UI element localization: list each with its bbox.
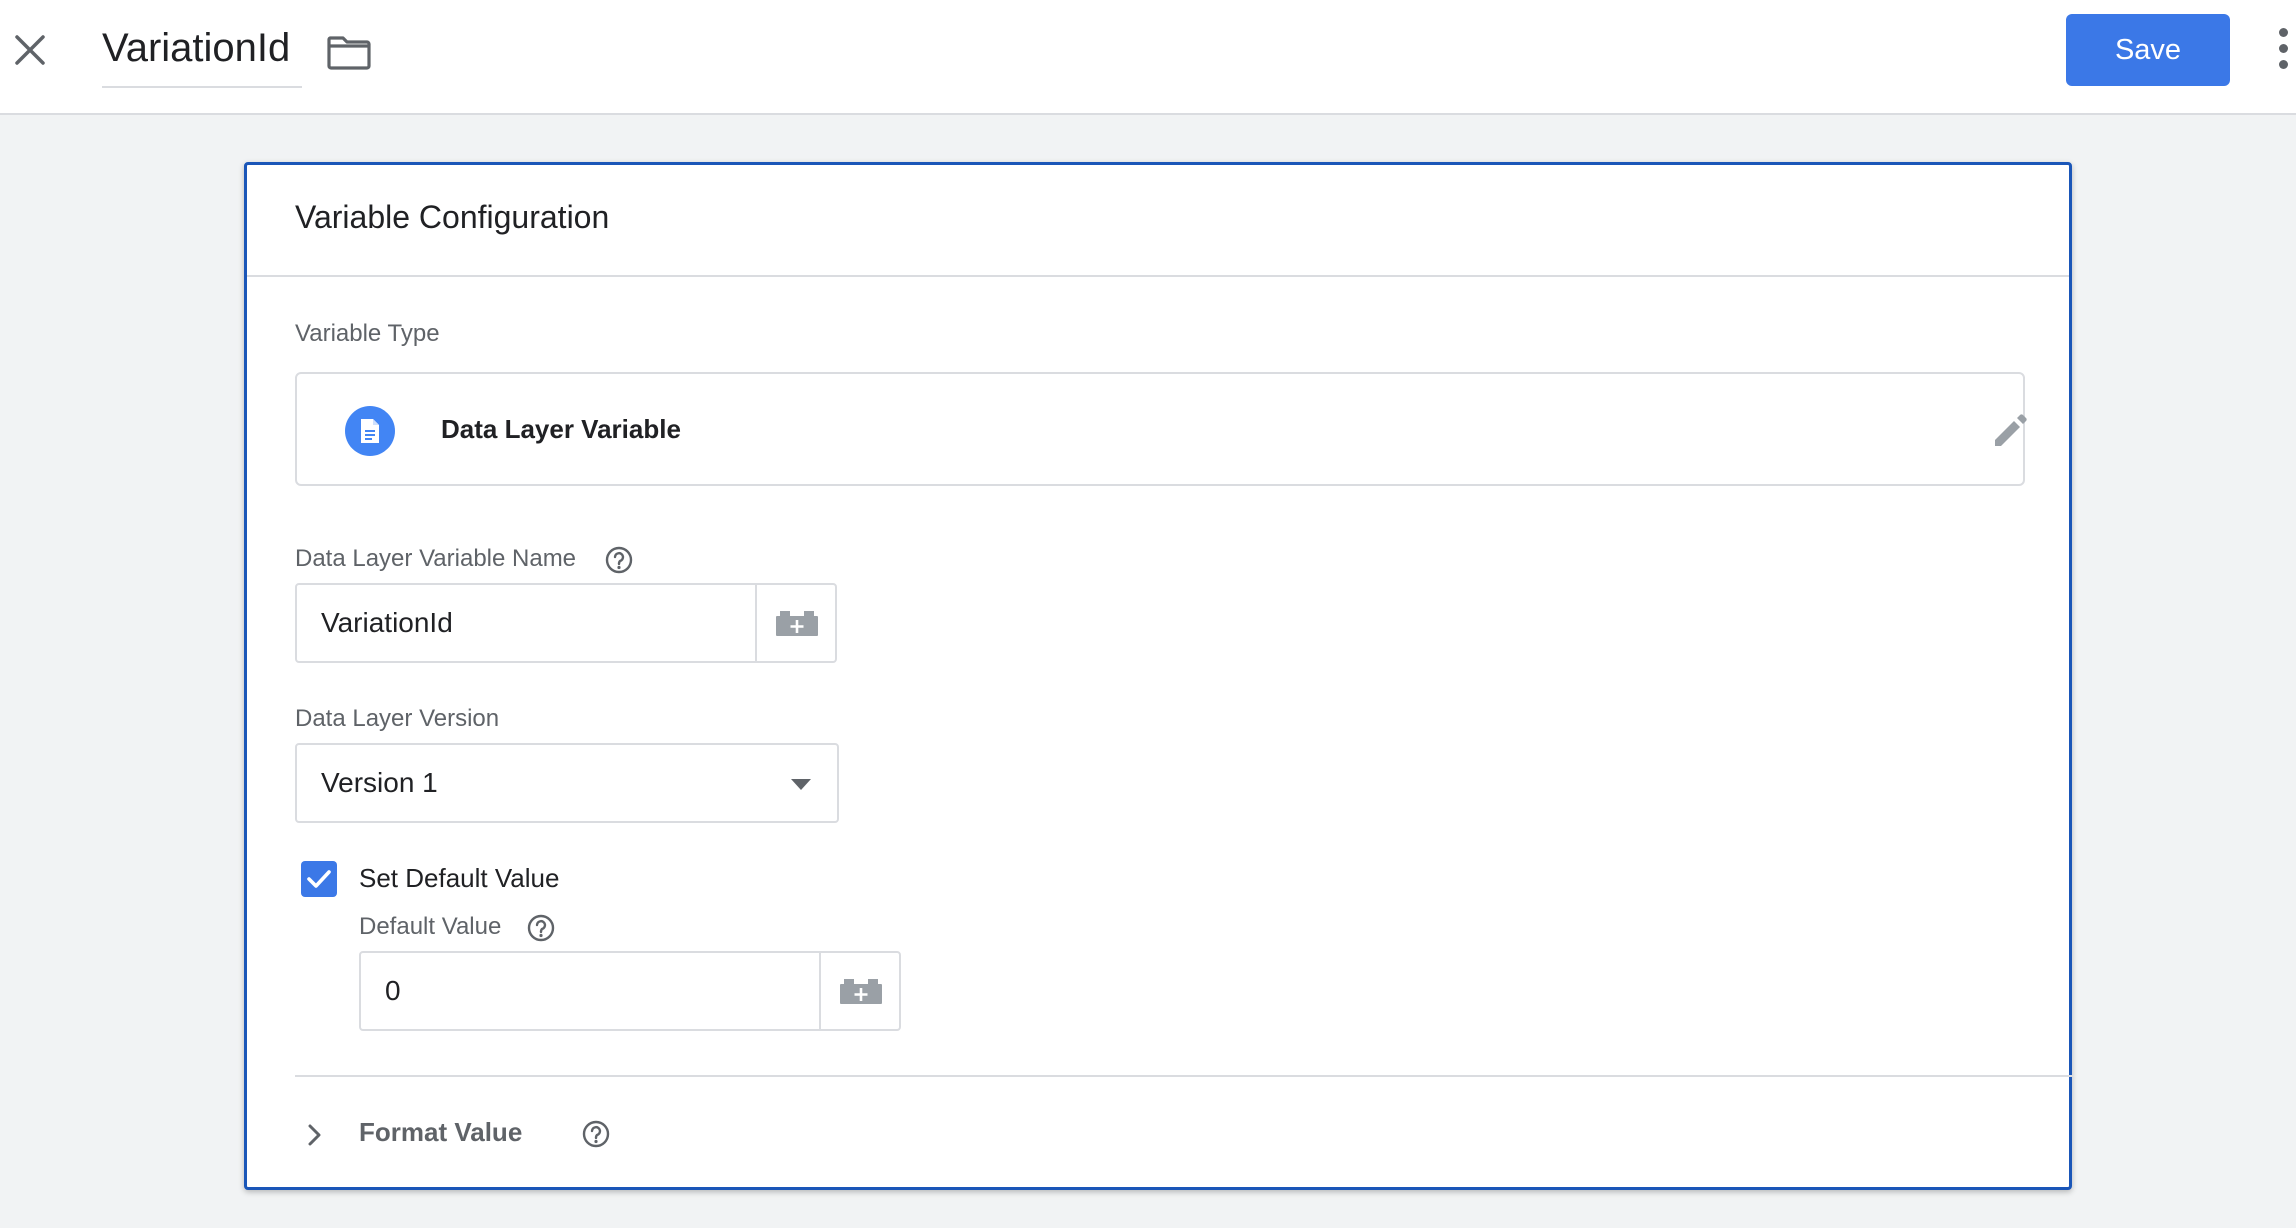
close-button[interactable] <box>10 30 50 70</box>
dl-version-select[interactable]: Version 1 <box>295 743 839 823</box>
folder-button[interactable] <box>326 32 372 72</box>
insert-variable-button[interactable] <box>819 953 901 1029</box>
pencil-icon[interactable] <box>1989 410 2029 450</box>
default-value-field <box>359 951 901 1031</box>
section-divider <box>295 1075 2073 1077</box>
dl-variable-name-label: Data Layer Variable Name <box>295 545 577 572</box>
top-bar: VariationId Save <box>0 0 2296 115</box>
caret-down-icon <box>791 779 811 790</box>
set-default-value-label: Set Default Value <box>359 863 560 893</box>
variable-type-selector[interactable]: Data Layer Variable <box>295 372 2027 486</box>
dl-variable-name-input[interactable] <box>297 585 755 661</box>
variable-type-name: Data Layer Variable <box>441 414 681 444</box>
card-title: Variable Configuration <box>295 199 610 235</box>
chevron-right-icon <box>308 1124 321 1146</box>
help-icon[interactable] <box>526 913 556 943</box>
card-header: Variable Configuration <box>247 165 2069 277</box>
brick-plus-icon <box>840 979 882 1004</box>
format-value-label: Format Value <box>359 1117 523 1147</box>
brick-plus-icon <box>776 611 818 636</box>
dl-version-label: Data Layer Version <box>295 705 500 732</box>
save-button[interactable]: Save <box>2066 14 2230 86</box>
close-icon <box>15 35 45 65</box>
default-value-label: Default Value <box>359 913 502 940</box>
default-value-input[interactable] <box>361 953 819 1029</box>
format-value-expander[interactable]: Format Value <box>295 1105 695 1165</box>
dl-version-selected: Version 1 <box>321 767 438 798</box>
dl-variable-name-field <box>295 583 837 663</box>
help-icon[interactable] <box>604 545 634 575</box>
insert-variable-button[interactable] <box>755 585 837 661</box>
checkmark-icon <box>307 870 331 888</box>
folder-icon <box>327 36 371 70</box>
help-icon[interactable] <box>581 1119 611 1149</box>
variable-configuration-card: Variable Configuration Variable Type Dat… <box>244 162 2073 1190</box>
set-default-value-checkbox[interactable] <box>301 861 337 897</box>
variable-title-field[interactable]: VariationId <box>102 22 302 88</box>
more-vert-icon[interactable] <box>2272 28 2296 74</box>
variable-type-label: Variable Type <box>295 320 440 347</box>
variable-title: VariationId <box>102 26 291 70</box>
document-icon <box>345 406 395 456</box>
